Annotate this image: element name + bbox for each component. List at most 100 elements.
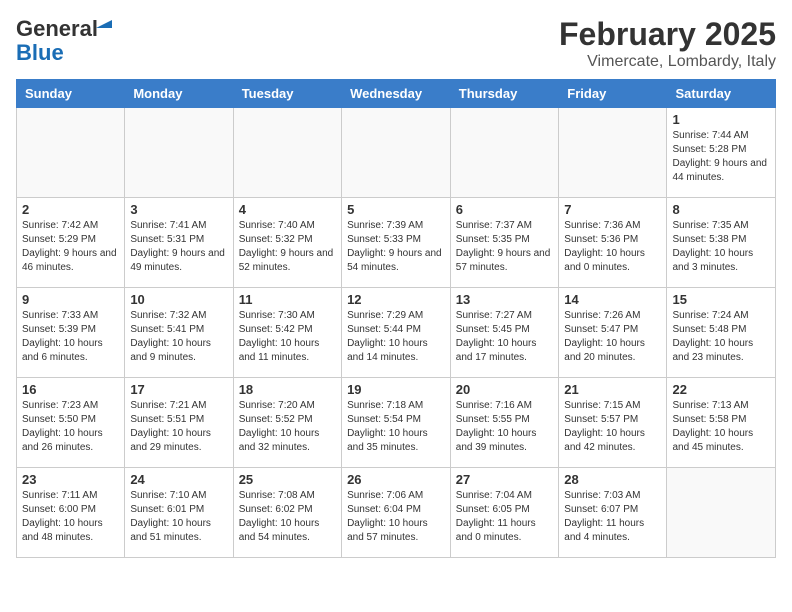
day-number: 23 (22, 472, 119, 487)
calendar-header: SundayMondayTuesdayWednesdayThursdayFrid… (17, 80, 776, 108)
calendar-cell: 5 Sunrise: 7:39 AMSunset: 5:33 PMDaylight… (342, 198, 451, 288)
calendar-cell: 8Sunrise: 7:35 AMSunset: 5:38 PMDaylight… (667, 198, 776, 288)
calendar-cell: 18 Sunrise: 7:20 AMSunset: 5:52 PMDayligh… (233, 378, 341, 468)
day-number: 26 (347, 472, 445, 487)
day-info: Sunrise: 7:18 AMSunset: 5:54 PMDaylight:… (347, 399, 445, 455)
day-number: 19 (347, 382, 445, 397)
day-number: 13 (456, 292, 554, 307)
calendar-cell: 3Sunrise: 7:41 AMSunset: 5:31 PMDaylight… (125, 198, 233, 288)
day-number: 2 (22, 202, 119, 217)
day-info: Sunrise: 7:15 AMSunset: 5:57 PMDaylight:… (564, 399, 661, 455)
day-info: Sunrise: 7:39 AMSunset: 5:33 PMDaylight:… (347, 219, 445, 275)
weekday-header-wednesday: Wednesday (342, 80, 451, 108)
calendar-cell: 22Sunrise: 7:13 AMSunset: 5:58 PMDayligh… (667, 378, 776, 468)
day-info: Sunrise: 7:32 AMSunset: 5:41 PMDaylight:… (130, 309, 227, 365)
calendar-cell (17, 108, 125, 198)
calendar-cell: 6 Sunrise: 7:37 AMSunset: 5:35 PMDaylight… (450, 198, 559, 288)
calendar-cell: 23 Sunrise: 7:11 AMSunset: 6:00 PMDayligh… (17, 468, 125, 558)
weekday-header-friday: Friday (559, 80, 667, 108)
day-info: Sunrise: 7:21 AMSunset: 5:51 PMDaylight:… (130, 399, 227, 455)
calendar-cell: 9 Sunrise: 7:33 AMSunset: 5:39 PMDaylight… (17, 288, 125, 378)
day-number: 4 (239, 202, 336, 217)
day-number: 27 (456, 472, 554, 487)
day-info: Sunrise: 7:26 AMSunset: 5:47 PMDaylight:… (564, 309, 661, 365)
calendar-cell (233, 108, 341, 198)
day-number: 20 (456, 382, 554, 397)
calendar-table: SundayMondayTuesdayWednesdayThursdayFrid… (16, 79, 776, 558)
weekday-header-monday: Monday (125, 80, 233, 108)
day-number: 25 (239, 472, 336, 487)
calendar-cell: 26 Sunrise: 7:06 AMSunset: 6:04 PMDayligh… (342, 468, 451, 558)
day-number: 21 (564, 382, 661, 397)
day-number: 18 (239, 382, 336, 397)
day-info: Sunrise: 7:04 AMSunset: 6:05 PMDaylight:… (456, 489, 554, 545)
day-info: Sunrise: 7:29 AMSunset: 5:44 PMDaylight:… (347, 309, 445, 365)
day-info: Sunrise: 7:03 AMSunset: 6:07 PMDaylight:… (564, 489, 661, 545)
calendar-week-2: 2 Sunrise: 7:42 AMSunset: 5:29 PMDaylight… (17, 198, 776, 288)
day-info: Sunrise: 7:08 AMSunset: 6:02 PMDaylight:… (239, 489, 336, 545)
calendar-cell: 16 Sunrise: 7:23 AMSunset: 5:50 PMDayligh… (17, 378, 125, 468)
logo-icon (96, 12, 112, 28)
day-number: 11 (239, 292, 336, 307)
weekday-row: SundayMondayTuesdayWednesdayThursdayFrid… (17, 80, 776, 108)
calendar-cell: 19 Sunrise: 7:18 AMSunset: 5:54 PMDayligh… (342, 378, 451, 468)
day-number: 17 (130, 382, 227, 397)
calendar-cell: 27 Sunrise: 7:04 AMSunset: 6:05 PMDayligh… (450, 468, 559, 558)
calendar-cell: 7Sunrise: 7:36 AMSunset: 5:36 PMDaylight… (559, 198, 667, 288)
day-number: 15 (672, 292, 770, 307)
calendar-cell: 2 Sunrise: 7:42 AMSunset: 5:29 PMDaylight… (17, 198, 125, 288)
day-info: Sunrise: 7:44 AMSunset: 5:28 PMDaylight:… (672, 129, 770, 185)
calendar-cell (125, 108, 233, 198)
calendar-cell (450, 108, 559, 198)
calendar-cell (559, 108, 667, 198)
day-number: 28 (564, 472, 661, 487)
day-info: Sunrise: 7:30 AMSunset: 5:42 PMDaylight:… (239, 309, 336, 365)
calendar-week-1: 1 Sunrise: 7:44 AMSunset: 5:28 PMDaylight… (17, 108, 776, 198)
day-info: Sunrise: 7:10 AMSunset: 6:01 PMDaylight:… (130, 489, 227, 545)
weekday-header-thursday: Thursday (450, 80, 559, 108)
day-info: Sunrise: 7:24 AMSunset: 5:48 PMDaylight:… (672, 309, 770, 365)
day-info: Sunrise: 7:23 AMSunset: 5:50 PMDaylight:… (22, 399, 119, 455)
day-info: Sunrise: 7:42 AMSunset: 5:29 PMDaylight:… (22, 219, 119, 275)
location-title: Vimercate, Lombardy, Italy (559, 53, 776, 71)
day-number: 9 (22, 292, 119, 307)
calendar-cell: 20 Sunrise: 7:16 AMSunset: 5:55 PMDayligh… (450, 378, 559, 468)
day-info: Sunrise: 7:33 AMSunset: 5:39 PMDaylight:… (22, 309, 119, 365)
title-area: February 2025 Vimercate, Lombardy, Italy (559, 16, 776, 71)
day-info: Sunrise: 7:11 AMSunset: 6:00 PMDaylight:… (22, 489, 119, 545)
day-info: Sunrise: 7:40 AMSunset: 5:32 PMDaylight:… (239, 219, 336, 275)
calendar-cell (342, 108, 451, 198)
day-number: 5 (347, 202, 445, 217)
calendar-cell: 12 Sunrise: 7:29 AMSunset: 5:44 PMDayligh… (342, 288, 451, 378)
logo: General Blue (16, 16, 98, 66)
month-title: February 2025 (559, 16, 776, 53)
weekday-header-saturday: Saturday (667, 80, 776, 108)
weekday-header-tuesday: Tuesday (233, 80, 341, 108)
day-number: 7 (564, 202, 661, 217)
day-info: Sunrise: 7:37 AMSunset: 5:35 PMDaylight:… (456, 219, 554, 275)
calendar-cell: 28 Sunrise: 7:03 AMSunset: 6:07 PMDayligh… (559, 468, 667, 558)
day-number: 12 (347, 292, 445, 307)
day-number: 16 (22, 382, 119, 397)
calendar-cell: 4 Sunrise: 7:40 AMSunset: 5:32 PMDaylight… (233, 198, 341, 288)
day-number: 3 (130, 202, 227, 217)
logo-general-text: General (16, 16, 98, 41)
calendar-body: 1 Sunrise: 7:44 AMSunset: 5:28 PMDaylight… (17, 108, 776, 558)
day-number: 24 (130, 472, 227, 487)
day-number: 22 (672, 382, 770, 397)
calendar-cell: 14 Sunrise: 7:26 AMSunset: 5:47 PMDayligh… (559, 288, 667, 378)
day-info: Sunrise: 7:20 AMSunset: 5:52 PMDaylight:… (239, 399, 336, 455)
page-header: General Blue February 2025 Vimercate, Lo… (16, 16, 776, 71)
day-info: Sunrise: 7:06 AMSunset: 6:04 PMDaylight:… (347, 489, 445, 545)
logo-blue-text: Blue (16, 40, 64, 66)
calendar-cell (667, 468, 776, 558)
day-number: 6 (456, 202, 554, 217)
calendar-cell: 24 Sunrise: 7:10 AMSunset: 6:01 PMDayligh… (125, 468, 233, 558)
day-number: 8 (672, 202, 770, 217)
calendar-week-5: 23 Sunrise: 7:11 AMSunset: 6:00 PMDayligh… (17, 468, 776, 558)
day-number: 14 (564, 292, 661, 307)
calendar-cell: 10Sunrise: 7:32 AMSunset: 5:41 PMDayligh… (125, 288, 233, 378)
day-number: 1 (672, 112, 770, 127)
calendar-cell: 21 Sunrise: 7:15 AMSunset: 5:57 PMDayligh… (559, 378, 667, 468)
day-info: Sunrise: 7:16 AMSunset: 5:55 PMDaylight:… (456, 399, 554, 455)
